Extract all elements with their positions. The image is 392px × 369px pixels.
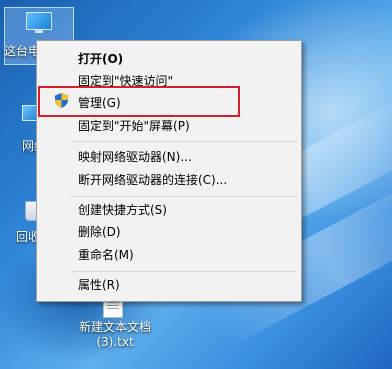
menu-item-disconnect-network-drive[interactable]: 断开网络驱动器的连接(C)... [78,169,227,191]
this-pc-label[interactable]: 这台电脑 [4,42,36,59]
network-label[interactable]: 网络 [22,137,36,154]
desktop-icon-label: (3).txt [96,335,134,349]
uac-shield-icon [55,93,68,108]
recycle-bin-label[interactable]: 回收站 [16,228,36,245]
menu-item-map-network-drive[interactable]: 映射网络驱动器(N)... [78,146,192,168]
desktop-icon-label: 新建文本文档 [78,320,151,334]
menu-separator [71,196,297,197]
menu-item-create-shortcut[interactable]: 创建快捷方式(S) [78,199,167,221]
menu-item-rename[interactable]: 重命名(M) [78,244,134,266]
menu-item-open[interactable]: 打开(O) [78,48,123,70]
context-menu: 打开(O) 固定到"快速访问" 管理(G) 固定到"开始"屏幕(P) 映射网络驱… [36,40,302,302]
menu-item-pin-quick-access[interactable]: 固定到"快速访问" [78,70,173,92]
text-file-label[interactable]: 新建文本文档 (3).txt [70,318,160,349]
menu-item-properties[interactable]: 属性(R) [78,274,120,296]
desktop-icon-label: 回收站 [16,230,36,244]
menu-item-pin-start[interactable]: 固定到"开始"屏幕(P) [78,115,190,137]
desktop-icon-label: 网络 [22,139,36,153]
menu-separator [71,271,297,272]
this-pc-icon[interactable] [26,12,52,34]
desktop-icon-label: 这台电脑 [4,44,36,58]
menu-separator [71,141,297,142]
desktop-background: 这台电脑 网络 回收站 新建文本文档 (3).txt 打开(O) 固定到"快速访… [0,0,392,369]
menu-item-delete[interactable]: 删除(D) [78,221,121,243]
menu-item-manage[interactable]: 管理(G) [78,92,121,114]
